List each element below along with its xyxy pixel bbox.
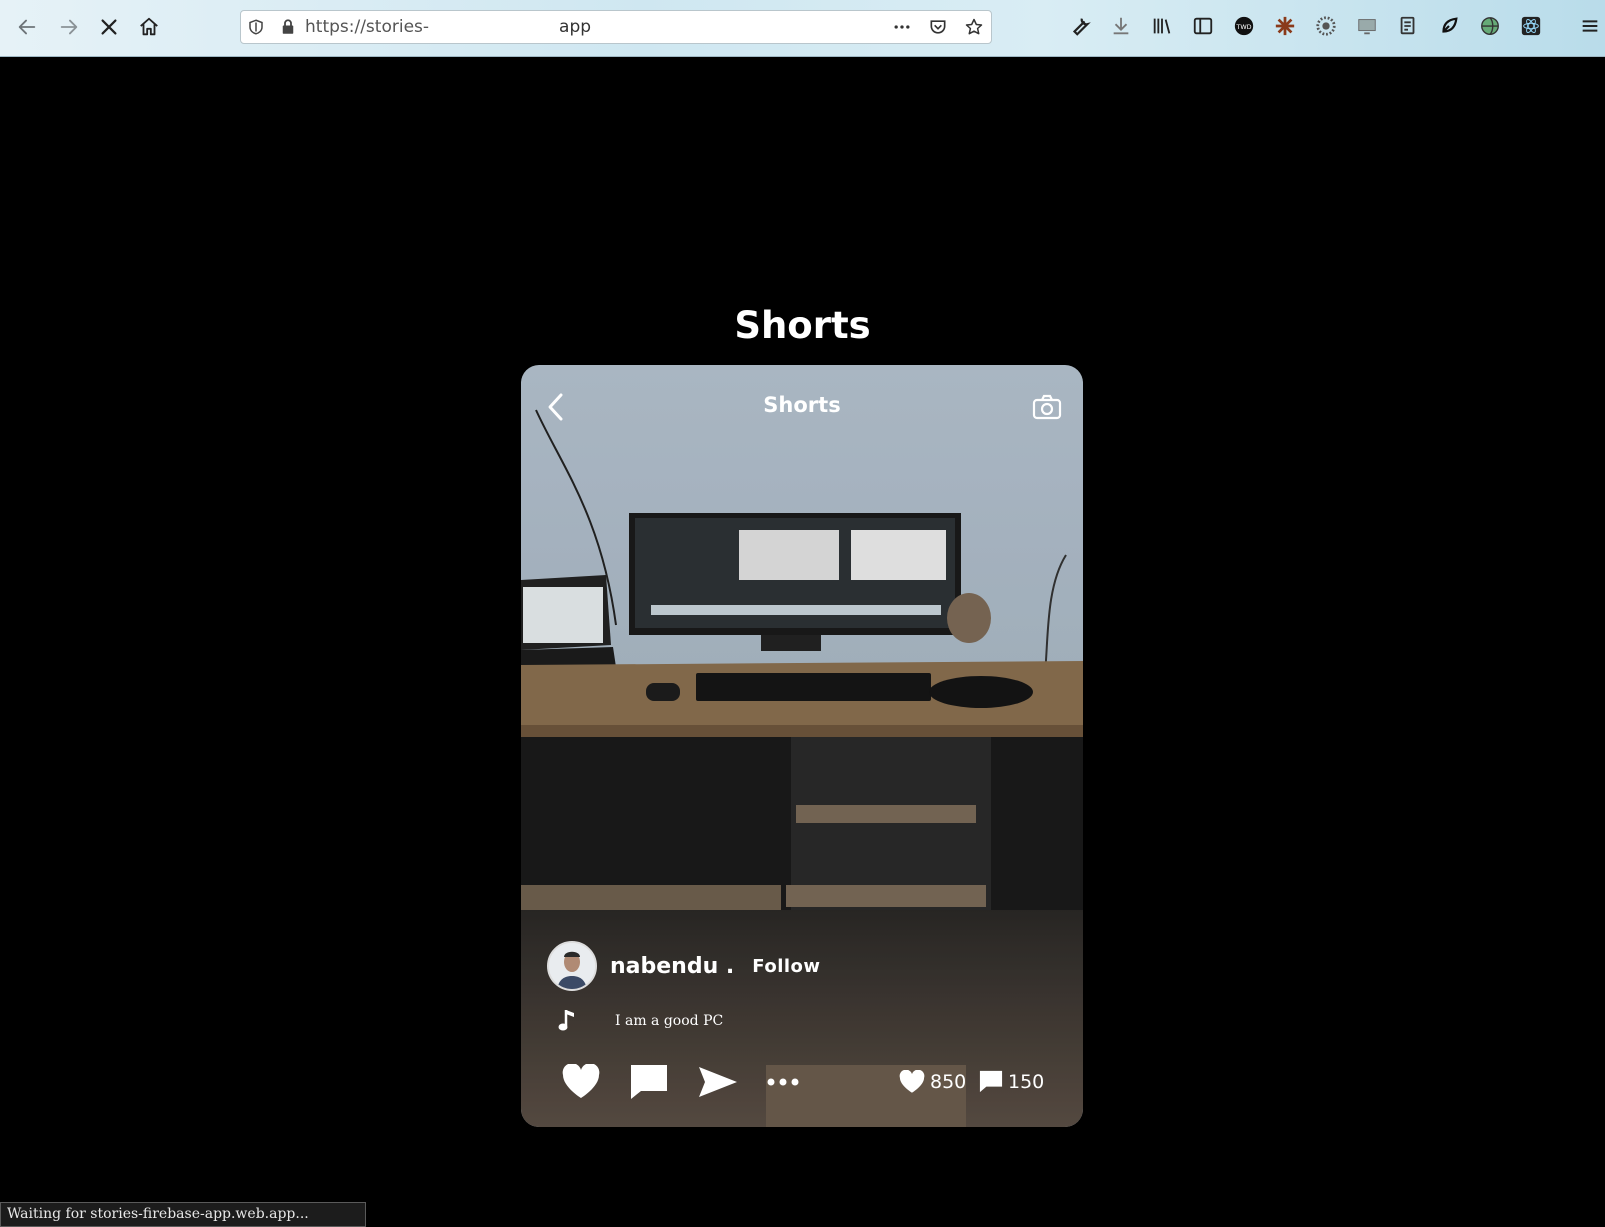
more-horizontal-icon <box>767 1078 799 1086</box>
like-count: 850 <box>930 1071 967 1093</box>
browser-toolbar: https://stories- app TWD <box>0 0 1605 57</box>
short-header-title: Shorts <box>763 393 841 417</box>
extension-react-icon[interactable] <box>1519 14 1543 38</box>
lock-icon[interactable] <box>277 16 299 38</box>
music-note-icon <box>558 1010 574 1031</box>
sidebar-icon[interactable] <box>1191 14 1215 38</box>
url-bar[interactable]: https://stories- app <box>240 10 992 44</box>
more-icon[interactable] <box>891 16 913 38</box>
extension-badge-icon[interactable] <box>1314 14 1338 38</box>
extension-twd-icon[interactable]: TWD <box>1232 14 1256 38</box>
url-text-start: https://stories- <box>305 17 430 37</box>
wrench-icon[interactable] <box>1068 14 1092 38</box>
camera-button[interactable] <box>1031 392 1063 422</box>
comment-count-group: 150 <box>979 1070 1044 1094</box>
like-button[interactable] <box>561 1060 601 1104</box>
comment-button[interactable] <box>629 1060 669 1104</box>
arrow-left-icon <box>18 19 36 35</box>
library-icon[interactable] <box>1150 14 1174 38</box>
page-title: Shorts <box>734 304 871 347</box>
short-header: Shorts <box>521 387 1083 427</box>
author-username[interactable]: nabendu . <box>610 954 734 979</box>
extension-splat-icon[interactable] <box>1273 14 1297 38</box>
camera-icon <box>1032 394 1062 420</box>
pocket-icon[interactable] <box>927 16 949 38</box>
arrow-right-icon <box>60 19 78 35</box>
avatar[interactable] <box>547 941 597 991</box>
action-bar: 850 150 <box>521 1060 1083 1110</box>
download-icon[interactable] <box>1109 14 1133 38</box>
home-button[interactable] <box>134 12 164 42</box>
send-icon <box>699 1067 737 1097</box>
home-icon <box>140 17 158 36</box>
toolbar-icons: TWD <box>1068 14 1602 38</box>
bookmark-star-icon[interactable] <box>963 16 985 38</box>
follow-button[interactable]: Follow <box>752 956 820 977</box>
author-row: nabendu . Follow <box>547 940 821 992</box>
comment-small-icon <box>979 1070 1003 1093</box>
extension-leaf-icon[interactable] <box>1437 14 1461 38</box>
like-count-group: 850 <box>899 1070 966 1094</box>
extension-globe-icon[interactable] <box>1478 14 1502 38</box>
song-row: I am a good PC <box>557 1008 723 1034</box>
shield-icon[interactable] <box>245 16 267 38</box>
back-button[interactable] <box>12 12 42 42</box>
extension-notes-icon[interactable] <box>1396 14 1420 38</box>
comment-icon <box>631 1065 667 1099</box>
extension-monitor-icon[interactable] <box>1355 14 1379 38</box>
svg-text:TWD: TWD <box>1235 23 1251 31</box>
heart-icon <box>562 1064 600 1098</box>
heart-small-icon <box>899 1070 925 1093</box>
share-button[interactable] <box>697 1060 739 1104</box>
comment-count: 150 <box>1008 1071 1045 1093</box>
more-options-button[interactable] <box>767 1060 799 1104</box>
song-title: I am a good PC <box>615 1013 724 1029</box>
close-icon <box>101 19 117 35</box>
url-text-end: app <box>559 17 592 37</box>
user-avatar-icon <box>549 943 595 989</box>
menu-icon[interactable] <box>1578 14 1602 38</box>
stop-button[interactable] <box>94 12 124 42</box>
browser-status-bar: Waiting for stories-firebase-app.web.app… <box>0 1202 366 1227</box>
forward-button[interactable] <box>54 12 84 42</box>
short-video-card[interactable]: Shorts nabendu . Follow I am a good PC 8… <box>521 365 1083 1127</box>
